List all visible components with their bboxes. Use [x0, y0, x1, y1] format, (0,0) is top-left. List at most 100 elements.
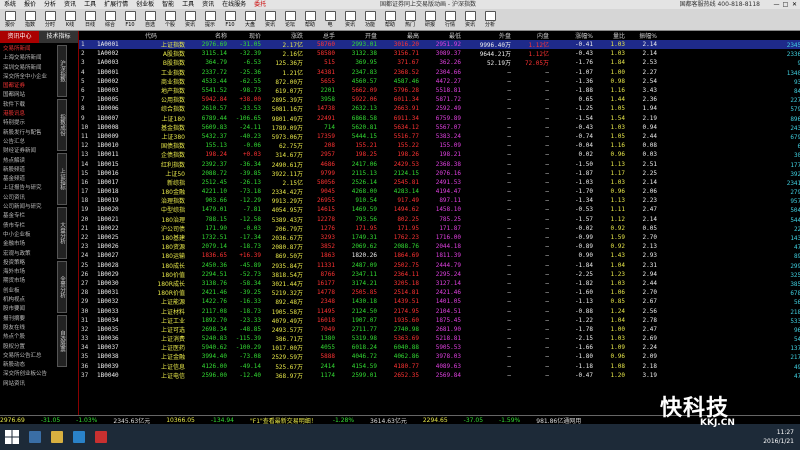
- table-row[interactable]: 32 1B0035 上证可选 2698.34 -48.85 2493.57万 7049 271…: [79, 325, 800, 334]
- table-row[interactable]: 19 1B0020 中型综指 1479.01 -7.81 4054.95万 14615 146…: [79, 205, 800, 214]
- toolbar-button[interactable]: 分析: [480, 9, 500, 30]
- sidebar-item[interactable]: 公司新闻与研究: [3, 203, 55, 212]
- table-row[interactable]: 22 1B0025 180基建 1732.51 -17.34 2036.67万 3293 17…: [79, 233, 800, 242]
- table-row[interactable]: 12 1B0010 国债指数 155.13 -0.06 62.75万 208 155.21 15…: [79, 141, 800, 150]
- sidebar-item[interactable]: 深交所创业板公告: [3, 370, 55, 379]
- column-header[interactable]: 最低: [421, 31, 463, 40]
- column-header[interactable]: 开盘: [337, 31, 379, 40]
- toolbar-button[interactable]: 自选: [140, 9, 160, 30]
- table-row[interactable]: 15 1B0016 上证50 2088.72 -39.85 3922.11万 9799 211…: [79, 169, 800, 178]
- table-row[interactable]: 29 1B0032 上证能源 1422.76 -16.33 892.48万 2348 1430…: [79, 297, 800, 306]
- windows-start-icon[interactable]: [4, 429, 20, 445]
- close-icon[interactable]: ✕: [791, 1, 798, 8]
- table-row[interactable]: 23 1B0026 180资源 2079.14 -18.73 2080.87万 3852 20…: [79, 242, 800, 251]
- menu-item[interactable]: 工具: [80, 0, 100, 9]
- sidebar-item[interactable]: 热点个股: [3, 333, 55, 342]
- vertical-tab[interactable]: 自选股票: [57, 315, 67, 367]
- sidebar-item[interactable]: 报刊摘要: [3, 315, 55, 324]
- menu-item[interactable]: 工具: [178, 0, 198, 9]
- sidebar-item[interactable]: 基金专栏: [3, 212, 55, 221]
- vertical-tab[interactable]: 上证指标: [57, 153, 67, 205]
- sidebar-item[interactable]: 国都证券: [3, 82, 55, 91]
- toolbar-button[interactable]: F10: [220, 9, 240, 30]
- toolbar-button[interactable]: 综合: [100, 9, 120, 30]
- table-row[interactable]: 31 1B0034 上证工业 1892.70 -23.33 4079.49万 16018 19…: [79, 316, 800, 325]
- sidebar-item[interactable]: 债市专栏: [3, 222, 55, 231]
- toolbar-button[interactable]: K线: [60, 9, 80, 30]
- toolbar-button[interactable]: 帮助: [380, 9, 400, 30]
- table-row[interactable]: 25 1B0028 180成长 2450.36 -45.89 2935.84万 11331 2…: [79, 261, 800, 270]
- table-row[interactable]: 35 1B0038 上证金融 3994.40 -73.08 2529.59万 5888 404…: [79, 352, 800, 361]
- column-header[interactable]: [95, 31, 143, 40]
- toolbar-button[interactable]: 日线: [80, 9, 100, 30]
- column-header[interactable]: 最高: [379, 31, 421, 40]
- toolbar-button[interactable]: 报价: [0, 9, 20, 30]
- table-row[interactable]: 13 1B0011 企债指数 198.24 +0.03 314.67万 2957 198.25…: [79, 150, 800, 159]
- toolbar-button[interactable]: 指数: [20, 9, 40, 30]
- sidebar-item[interactable]: 软件下载: [3, 101, 55, 110]
- vertical-tab[interactable]: 大盘分析: [57, 207, 67, 259]
- column-header[interactable]: 名称: [187, 31, 229, 40]
- toolbar-button[interactable]: 研报: [420, 9, 440, 30]
- sidebar-item[interactable]: 中小企业板: [3, 231, 55, 240]
- sidebar-item[interactable]: 新股频道: [3, 166, 55, 175]
- menu-item[interactable]: 委托: [250, 0, 270, 9]
- toolbar-button[interactable]: 行情: [440, 9, 460, 30]
- sidebar-item[interactable]: 机构视点: [3, 296, 55, 305]
- table-row[interactable]: 20 1B0021 180治理 788.15 -12.58 5389.43万 12278 79…: [79, 215, 800, 224]
- sidebar-item[interactable]: 财经证券新闻: [3, 147, 55, 156]
- table-row[interactable]: 36 1B0039 上证信息 4126.00 -49.14 525.67万 2414 4154…: [79, 362, 800, 371]
- table-row[interactable]: 30 1B0033 上证材料 2117.08 -18.73 1905.58万 11495 21…: [79, 306, 800, 316]
- column-header[interactable]: 外盘: [463, 31, 513, 40]
- table-row[interactable]: 14 1B0015 红利指数 2392.37 -36.34 2490.61万 4686 241…: [79, 159, 800, 169]
- menu-item[interactable]: 扩展行情: [100, 0, 132, 9]
- toolbar-button[interactable]: 功能: [360, 9, 380, 30]
- table-row[interactable]: 5 1B0002 商业指数 4533.44 -62.55 872.00万 5655 4560.…: [79, 77, 800, 86]
- toolbar-button[interactable]: 个股: [160, 9, 180, 30]
- table-row[interactable]: 37 1B0040 上证电信 2596.00 -12.40 368.97万 1174 2599…: [79, 371, 800, 380]
- sidebar-item[interactable]: 特别提示: [3, 119, 55, 128]
- table-row[interactable]: 6 1B0003 地产指数 5541.52 -98.73 619.07万 2201 5662.…: [79, 86, 800, 95]
- toolbar-button[interactable]: 大盘: [240, 9, 260, 30]
- column-header[interactable]: 现价: [229, 31, 263, 40]
- sidebar-item[interactable]: 上海交易所新闻: [3, 54, 55, 63]
- table-row[interactable]: 10 1B0008 基金指数 5609.83 -24.11 1789.09万 714 5620…: [79, 123, 800, 132]
- table-row[interactable]: 1 1A0001 上证指数 2976.69 -31.05 2.17亿 58760 2993.0…: [79, 40, 800, 50]
- table-row[interactable]: 9 1B0007 上证180 6789.44 -106.65 9801.49万 22491 6…: [79, 114, 800, 123]
- sidebar-item[interactable]: 宏观与政策: [3, 250, 55, 259]
- table-row[interactable]: 2 1A0002 A股指数 3115.14 -32.39 2.16亿 58580 3132.3…: [79, 49, 800, 58]
- sidebar-item[interactable]: 新股动态: [3, 361, 55, 370]
- column-header[interactable]: 量比: [595, 31, 627, 40]
- sidebar-item[interactable]: 股权分置: [3, 343, 55, 352]
- tab-tech-indicators[interactable]: 技术指标: [39, 31, 78, 43]
- column-header[interactable]: 金额: [659, 31, 800, 40]
- sidebar-item[interactable]: 期货市场: [3, 277, 55, 286]
- ie-browser-icon[interactable]: [29, 431, 41, 443]
- menu-item[interactable]: 智能: [158, 0, 178, 9]
- sidebar-item[interactable]: 国都网站: [3, 91, 55, 100]
- sidebar-item[interactable]: 深交所全中小企业: [3, 73, 55, 82]
- sidebar-item[interactable]: 创业板: [3, 287, 55, 296]
- table-row[interactable]: 34 1B0037 上证医药 5940.62 -100.29 1017.00万 4055 60…: [79, 343, 800, 352]
- store-icon[interactable]: [73, 431, 85, 443]
- menu-item[interactable]: 分析: [40, 0, 60, 9]
- table-row[interactable]: 4 1B0001 工业指数 2337.72 -25.36 1.21亿 34381 2347.8…: [79, 68, 800, 77]
- maximize-icon[interactable]: □: [782, 1, 789, 8]
- sidebar-item[interactable]: 金融市场: [3, 240, 55, 249]
- menu-item[interactable]: 创业板: [132, 0, 158, 9]
- vertical-tab[interactable]: 全景分析: [57, 261, 67, 313]
- minimize-icon[interactable]: —: [773, 1, 780, 8]
- table-row[interactable]: 11 1B0009 上证380 5432.37 -40.23 5973.06万 17359 5…: [79, 132, 800, 141]
- vertical-tab[interactable]: 沪深指数: [57, 45, 67, 97]
- table-row[interactable]: 24 1B0027 180运输 1836.65 +16.39 869.50万 1863 182…: [79, 251, 800, 260]
- toolbar-button[interactable]: 提示: [200, 9, 220, 30]
- menu-item[interactable]: 在线服务: [218, 0, 250, 9]
- menu-item[interactable]: 资讯: [198, 0, 218, 9]
- table-row[interactable]: 16 1B0017 新综指 2512.45 -26.13 2.15亿 58056 2526.1…: [79, 178, 800, 187]
- toolbar-button[interactable]: 资讯: [460, 9, 480, 30]
- column-header[interactable]: 内盘: [513, 31, 551, 40]
- menu-item[interactable]: 资讯: [60, 0, 80, 9]
- toolbar-button[interactable]: 资讯: [260, 9, 280, 30]
- table-row[interactable]: 27 1B0030 180R成长 3138.76 -58.34 3021.44万 16177…: [79, 279, 800, 288]
- toolbar-button[interactable]: 论坛: [280, 9, 300, 30]
